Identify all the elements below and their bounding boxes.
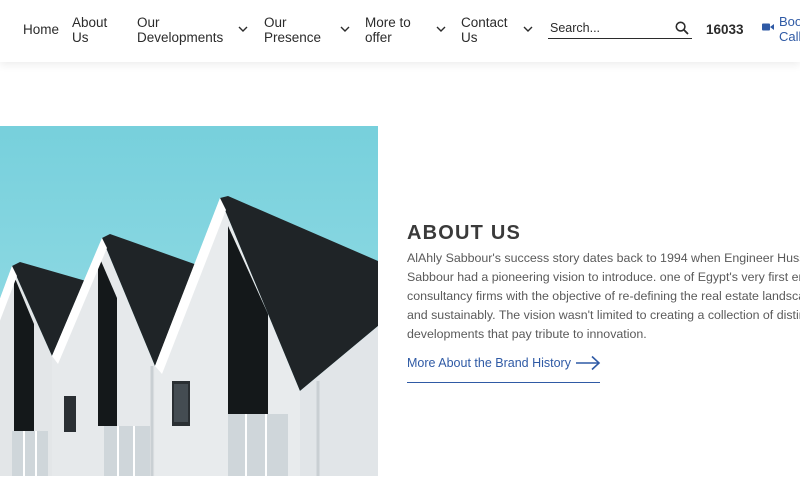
brand-history-label: More About the Brand History (407, 356, 571, 370)
nav-offer-line2: offer (365, 30, 392, 45)
about-line: Sabbour had a pioneering vision to intro… (407, 270, 800, 284)
presence-chevron-down-icon[interactable] (340, 26, 350, 33)
site-header: Home About Us Our Developments Our Prese… (0, 0, 800, 62)
nav-our-presence[interactable]: Our Presence (264, 15, 321, 45)
nav-developments-line2: Developments (137, 30, 224, 45)
nav-about-line1: About (72, 15, 108, 30)
nav-about-us[interactable]: About Us (72, 15, 107, 45)
brand-history-link[interactable]: More About the Brand History (407, 354, 601, 383)
book-call-label: Boo Call (779, 14, 800, 44)
nav-contact-line1: Contact (461, 15, 508, 30)
search-box (548, 18, 692, 39)
houses-illustration (0, 126, 378, 476)
about-us-heading: ABOUT US (407, 222, 522, 244)
nav-presence-line2: Presence (264, 30, 322, 45)
book-call-line2: Call (779, 29, 800, 44)
about-us-paragraph: AlAhly Sabbour's success story dates bac… (407, 249, 800, 344)
book-call-line1: Boo (779, 14, 800, 29)
about-line: developments that pay tribute to innovat… (407, 327, 647, 341)
nav-contact-us[interactable]: Contact Us (461, 15, 508, 45)
contact-chevron-down-icon[interactable] (523, 26, 533, 33)
offer-chevron-down-icon[interactable] (436, 26, 446, 33)
nav-about-line2: Us (72, 30, 89, 45)
about-line: consultancy firms with the objective of … (407, 289, 800, 303)
nav-developments-line1: Our (137, 15, 160, 30)
phone-number[interactable]: 16033 (706, 22, 744, 37)
nav-offer-line1: More to (365, 15, 411, 30)
arrow-right-icon (576, 355, 601, 371)
developments-chevron-down-icon[interactable] (238, 26, 248, 33)
video-icon (762, 23, 774, 31)
nav-our-developments[interactable]: Our Developments (137, 15, 223, 45)
nav-home[interactable]: Home (23, 22, 59, 37)
nav-more-to-offer[interactable]: More to offer (365, 15, 411, 45)
nav-contact-line2: Us (461, 30, 478, 45)
search-icon[interactable] (675, 21, 689, 35)
about-line: and sustainably. The vision wasn't limit… (407, 308, 800, 322)
about-line: AlAhly Sabbour's success story dates bac… (407, 251, 800, 265)
search-input[interactable] (548, 18, 670, 38)
nav-presence-line1: Our (264, 15, 287, 30)
houses-image (0, 126, 378, 476)
